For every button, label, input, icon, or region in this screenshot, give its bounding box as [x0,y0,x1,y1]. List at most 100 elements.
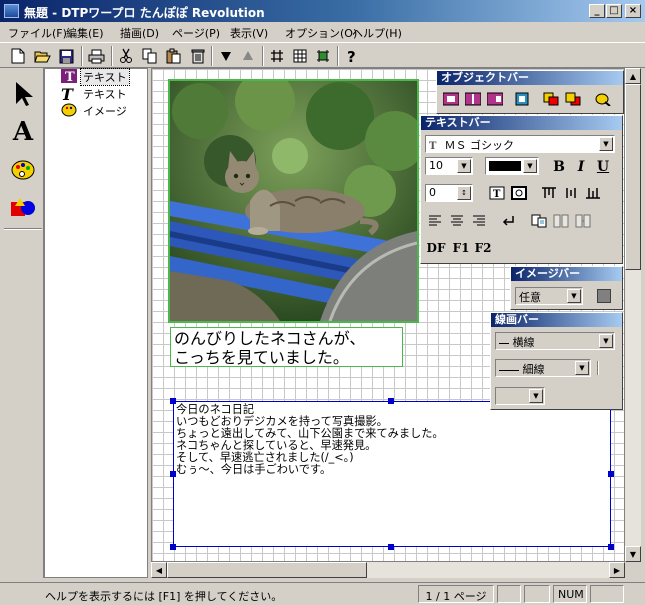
font-size-select[interactable]: 10 ▼ [425,157,473,175]
resize-handle-nw[interactable] [170,398,176,404]
bold-button[interactable]: B [549,157,569,177]
tree-item-text-1[interactable]: T テキスト [61,68,130,86]
grid-icon[interactable] [267,46,287,66]
send-backward-object-icon[interactable] [563,89,583,109]
resize-handle-w[interactable] [170,471,176,477]
print-icon[interactable] [86,46,106,66]
resize-handle-s[interactable] [388,544,394,550]
bring-forward-object-icon[interactable] [541,89,561,109]
font-family-select[interactable]: T ＭＳ ゴシック ▼ [425,135,615,153]
text-relink-icon[interactable] [573,211,593,231]
text-bar-title[interactable]: テキストバー [421,116,622,130]
app-icon[interactable] [4,4,19,18]
vertical-scrollbar[interactable]: ▲ ▼ [625,68,641,562]
table-icon[interactable] [290,46,310,66]
line-style-select[interactable]: ▼ [495,387,545,405]
cut-icon[interactable] [116,46,136,66]
brush-object-icon[interactable] [593,89,613,109]
scroll-right-button[interactable]: ▶ [609,562,625,578]
text-align-middle-icon[interactable] [561,183,581,203]
align-right-icon[interactable] [469,211,489,231]
chevron-down-icon[interactable]: ▼ [529,389,543,403]
close-button[interactable]: × [625,4,641,18]
menu-draw[interactable]: 描画(D) [120,25,159,41]
help-icon[interactable]: ? [342,46,362,66]
text-align-bottom-icon[interactable] [583,183,603,203]
object-bar-title[interactable]: オブジェクトバー [437,71,623,85]
line-break-icon[interactable] [499,211,519,231]
shape-tool-icon[interactable] [6,190,40,226]
chevron-down-icon[interactable]: ▼ [599,137,613,151]
save-icon[interactable] [56,46,76,66]
resize-handle-sw[interactable] [170,544,176,550]
maximize-button[interactable]: □ [606,4,622,18]
line-bar-title[interactable]: 線画バー [491,313,622,327]
image-tool-icon[interactable] [6,152,40,188]
chevron-down-icon[interactable]: ▼ [523,159,537,173]
tree-item-label: テキスト [83,88,127,101]
field-df-button[interactable]: DF [425,238,447,258]
open-icon[interactable] [32,46,52,66]
horizontal-scroll-thumb[interactable] [167,562,367,578]
new-icon[interactable] [8,46,28,66]
truetype-icon: T [429,141,437,152]
caption-text-frame[interactable]: のんびりしたネコさんが、 こっちを見ていました。 [170,327,403,367]
text-frame-style-icon[interactable]: T [487,183,507,203]
align-center-icon[interactable] [447,211,467,231]
minimize-button[interactable]: _ [589,4,605,18]
italic-button[interactable]: I [571,157,591,177]
menu-file[interactable]: ファイル(F) [8,25,67,41]
bring-front-icon[interactable] [216,46,236,66]
text-color-swatch [489,161,521,171]
title-bar[interactable]: 無題 - DTPワープロ たんぽぽ Revolution _ □ × [0,0,645,22]
resize-handle-n[interactable] [388,398,394,404]
align-left-objects-icon[interactable] [441,89,461,109]
resize-handle-se[interactable] [608,544,614,550]
char-spacing-spinner[interactable]: 0 ↕ [425,184,473,202]
image-color-swatch[interactable] [597,289,611,303]
delete-icon[interactable] [188,46,208,66]
chevron-down-icon[interactable]: ▼ [575,361,589,375]
text-border-icon[interactable] [509,183,529,203]
vertical-scroll-thumb[interactable] [625,84,641,270]
text-align-top-icon[interactable] [539,183,559,203]
align-right-objects-icon[interactable] [485,89,505,109]
line-width-select[interactable]: 細線 ▼ [495,359,591,377]
menu-edit[interactable]: 編集(E) [66,25,104,41]
menu-page[interactable]: ページ(P) [172,25,220,41]
spinner-arrows-icon[interactable]: ↕ [457,186,471,200]
text-color-select[interactable]: ▼ [485,157,539,175]
align-left-icon[interactable] [425,211,445,231]
horizontal-scrollbar[interactable]: ◀ ▶ [151,562,625,578]
text-unlink-icon[interactable] [551,211,571,231]
field-f1-button[interactable]: F1 [451,238,471,258]
menu-options[interactable]: オプション(O) [285,25,357,41]
select-arrow-icon[interactable] [6,76,40,112]
chevron-down-icon[interactable]: ▼ [457,159,471,173]
image-mode-select[interactable]: 任意 ▼ [515,287,583,305]
menu-help[interactable]: ヘルプ(H) [352,25,402,41]
chevron-down-icon[interactable]: ▼ [599,334,613,348]
scroll-up-button[interactable]: ▲ [625,68,641,84]
cat-photo[interactable] [168,79,419,323]
field-f2-button[interactable]: F2 [473,238,493,258]
text-tool-icon[interactable]: A [6,114,40,150]
chevron-down-icon[interactable]: ▼ [567,289,581,303]
tree-item-image[interactable]: イメージ [61,103,129,119]
scroll-down-button[interactable]: ▼ [625,546,641,562]
paste-icon[interactable] [164,46,184,66]
tree-item-text-2[interactable]: T テキスト [61,86,129,102]
underline-button[interactable]: U [593,157,613,177]
send-back-icon[interactable] [238,46,258,66]
diary-text-frame[interactable]: 今日のネコ日記 いつもどおりデジカメを持って写真撮影。 ちょっと遠出してみて、山… [173,401,611,547]
group-objects-icon[interactable] [513,89,533,109]
resize-handle-e[interactable] [608,471,614,477]
copy-icon[interactable] [140,46,160,66]
scroll-left-button[interactable]: ◀ [151,562,167,578]
text-link-icon[interactable] [529,211,549,231]
align-center-objects-icon[interactable] [463,89,483,109]
frame-icon[interactable] [313,46,333,66]
line-type-select[interactable]: 横線 ▼ [495,332,615,350]
menu-view[interactable]: 表示(V) [230,25,268,41]
image-bar-title[interactable]: イメージバー [511,267,622,281]
